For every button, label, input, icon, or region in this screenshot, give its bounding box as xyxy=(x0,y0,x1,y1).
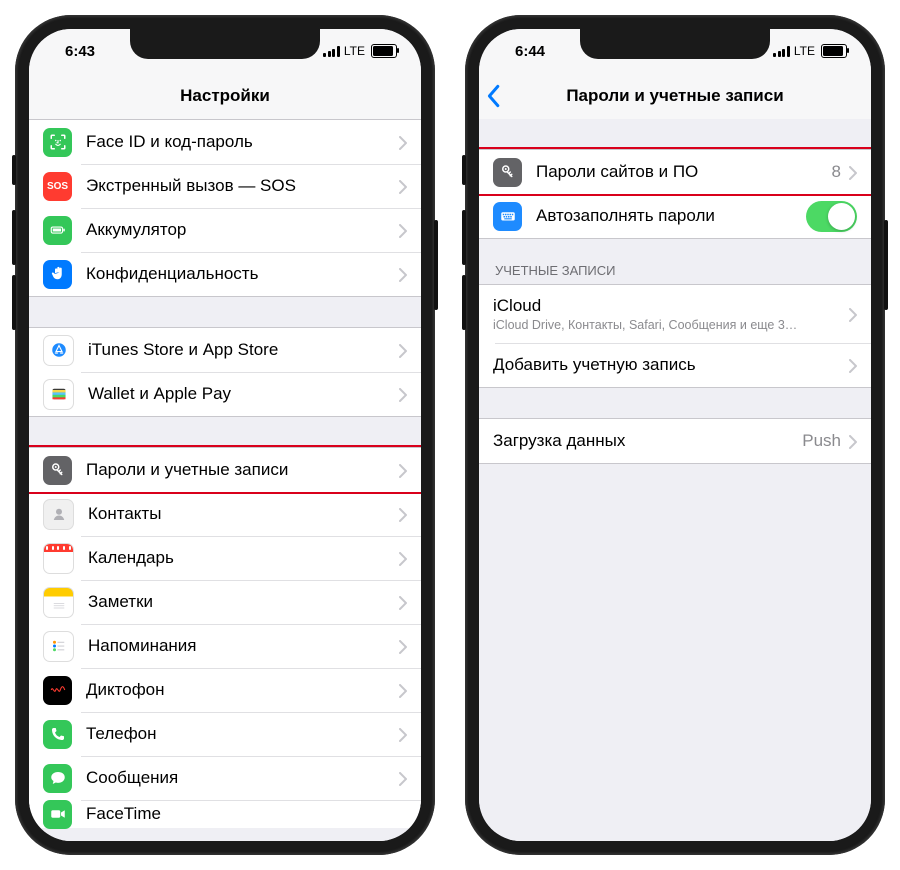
row-label: Экстренный вызов — SOS xyxy=(86,176,399,196)
chevron-right-icon xyxy=(849,434,857,448)
chevron-right-icon xyxy=(849,358,857,372)
chevron-right-icon xyxy=(399,595,407,609)
row-fetch[interactable]: Загрузка данных Push xyxy=(479,418,871,464)
chevron-right-icon xyxy=(399,223,407,237)
back-button[interactable] xyxy=(485,73,501,119)
row-calendar[interactable]: Календарь xyxy=(29,536,421,580)
row-value: Push xyxy=(802,431,841,451)
row-icloud[interactable]: iCloud iCloud Drive, Контакты, Safari, С… xyxy=(479,284,871,343)
row-messages[interactable]: Сообщения xyxy=(29,756,421,800)
chevron-right-icon xyxy=(399,387,407,401)
messages-icon xyxy=(43,764,72,793)
nav-bar: Настройки xyxy=(29,73,421,120)
chevron-right-icon xyxy=(399,179,407,193)
row-facetime[interactable]: FaceTime xyxy=(29,800,421,828)
phone-right: 6:44 LTE Пароли и учетные записи Пароли … xyxy=(465,15,885,855)
chevron-right-icon xyxy=(399,267,407,281)
row-autofill[interactable]: Автозаполнять пароли xyxy=(479,194,871,239)
key-icon xyxy=(493,158,522,187)
key-icon xyxy=(43,456,72,485)
chevron-right-icon xyxy=(399,135,407,149)
battery-icon xyxy=(371,44,397,58)
chevron-right-icon xyxy=(399,727,407,741)
passwords-screen[interactable]: Пароли сайтов и ПО 8 Автозаполнять парол… xyxy=(479,119,871,841)
chevron-right-icon xyxy=(399,463,407,477)
row-contacts[interactable]: Контакты xyxy=(29,492,421,536)
row-label: Пароли сайтов и ПО xyxy=(536,162,832,182)
status-time: 6:44 xyxy=(509,43,545,60)
row-notes[interactable]: Заметки xyxy=(29,580,421,624)
row-label: Заметки xyxy=(88,592,399,612)
signal-icon xyxy=(323,46,340,57)
row-label: Напоминания xyxy=(88,636,399,656)
row-label: Сообщения xyxy=(86,768,399,788)
row-wallet[interactable]: Wallet и Apple Pay xyxy=(29,372,421,417)
wallet-icon xyxy=(43,379,74,410)
row-label: Добавить учетную запись xyxy=(493,355,849,375)
row-passwords[interactable]: Пароли и учетные записи xyxy=(29,447,421,492)
row-faceid[interactable]: Face ID и код-пароль xyxy=(29,119,421,164)
row-label: Контакты xyxy=(88,504,399,524)
row-label: Конфиденциальность xyxy=(86,264,399,284)
row-privacy[interactable]: Конфиденциальность xyxy=(29,252,421,297)
row-reminders[interactable]: Напоминания xyxy=(29,624,421,668)
notch xyxy=(580,29,770,59)
carrier-label: LTE xyxy=(794,44,815,58)
row-label: Загрузка данных xyxy=(493,431,802,451)
chevron-right-icon xyxy=(849,307,857,321)
voicememos-icon xyxy=(43,676,72,705)
row-itunes[interactable]: iTunes Store и App Store xyxy=(29,327,421,372)
appstore-icon xyxy=(43,335,74,366)
row-label: Face ID и код-пароль xyxy=(86,132,399,152)
row-add-account[interactable]: Добавить учетную запись xyxy=(479,343,871,388)
row-label: iTunes Store и App Store xyxy=(88,340,399,360)
signal-icon xyxy=(773,46,790,57)
row-label: Автозаполнять пароли xyxy=(536,206,806,226)
keyboard-icon xyxy=(493,202,522,231)
page-title: Настройки xyxy=(180,86,270,106)
chevron-right-icon xyxy=(399,771,407,785)
row-label: Пароли и учетные записи xyxy=(86,460,399,480)
chevron-right-icon xyxy=(849,165,857,179)
row-label: iCloud xyxy=(493,296,541,316)
hand-icon xyxy=(43,260,72,289)
carrier-label: LTE xyxy=(344,44,365,58)
phone-icon xyxy=(43,720,72,749)
section-header: УЧЕТНЫЕ ЗАПИСИ xyxy=(479,257,871,284)
status-time: 6:43 xyxy=(59,43,95,60)
row-sos[interactable]: SOS Экстренный вызов — SOS xyxy=(29,164,421,208)
notes-icon xyxy=(43,587,74,618)
battery-icon xyxy=(43,216,72,245)
chevron-right-icon xyxy=(399,551,407,565)
row-label: Телефон xyxy=(86,724,399,744)
row-label: Wallet и Apple Pay xyxy=(88,384,399,404)
facetime-icon xyxy=(43,800,72,829)
notch xyxy=(130,29,320,59)
row-site-passwords[interactable]: Пароли сайтов и ПО 8 xyxy=(479,149,871,194)
row-battery[interactable]: Аккумулятор xyxy=(29,208,421,252)
row-value: 8 xyxy=(832,162,841,182)
settings-list[interactable]: Face ID и код-пароль SOS Экстренный вызо… xyxy=(29,119,421,841)
calendar-icon xyxy=(43,543,74,574)
autofill-toggle[interactable] xyxy=(806,201,857,232)
row-label: FaceTime xyxy=(86,804,407,824)
row-phone[interactable]: Телефон xyxy=(29,712,421,756)
chevron-right-icon xyxy=(399,639,407,653)
row-label: Диктофон xyxy=(86,680,399,700)
row-label: Календарь xyxy=(88,548,399,568)
nav-bar: Пароли и учетные записи xyxy=(479,73,871,120)
chevron-right-icon xyxy=(399,683,407,697)
faceid-icon xyxy=(43,128,72,157)
contacts-icon xyxy=(43,499,74,530)
phone-left: 6:43 LTE Настройки Face ID и код-пароль xyxy=(15,15,435,855)
sos-icon: SOS xyxy=(43,172,72,201)
page-title: Пароли и учетные записи xyxy=(566,86,783,106)
chevron-right-icon xyxy=(399,507,407,521)
chevron-right-icon xyxy=(399,343,407,357)
battery-icon xyxy=(821,44,847,58)
row-detail: iCloud Drive, Контакты, Safari, Сообщени… xyxy=(493,318,837,332)
row-label: Аккумулятор xyxy=(86,220,399,240)
row-voicememos[interactable]: Диктофон xyxy=(29,668,421,712)
reminders-icon xyxy=(43,631,74,662)
